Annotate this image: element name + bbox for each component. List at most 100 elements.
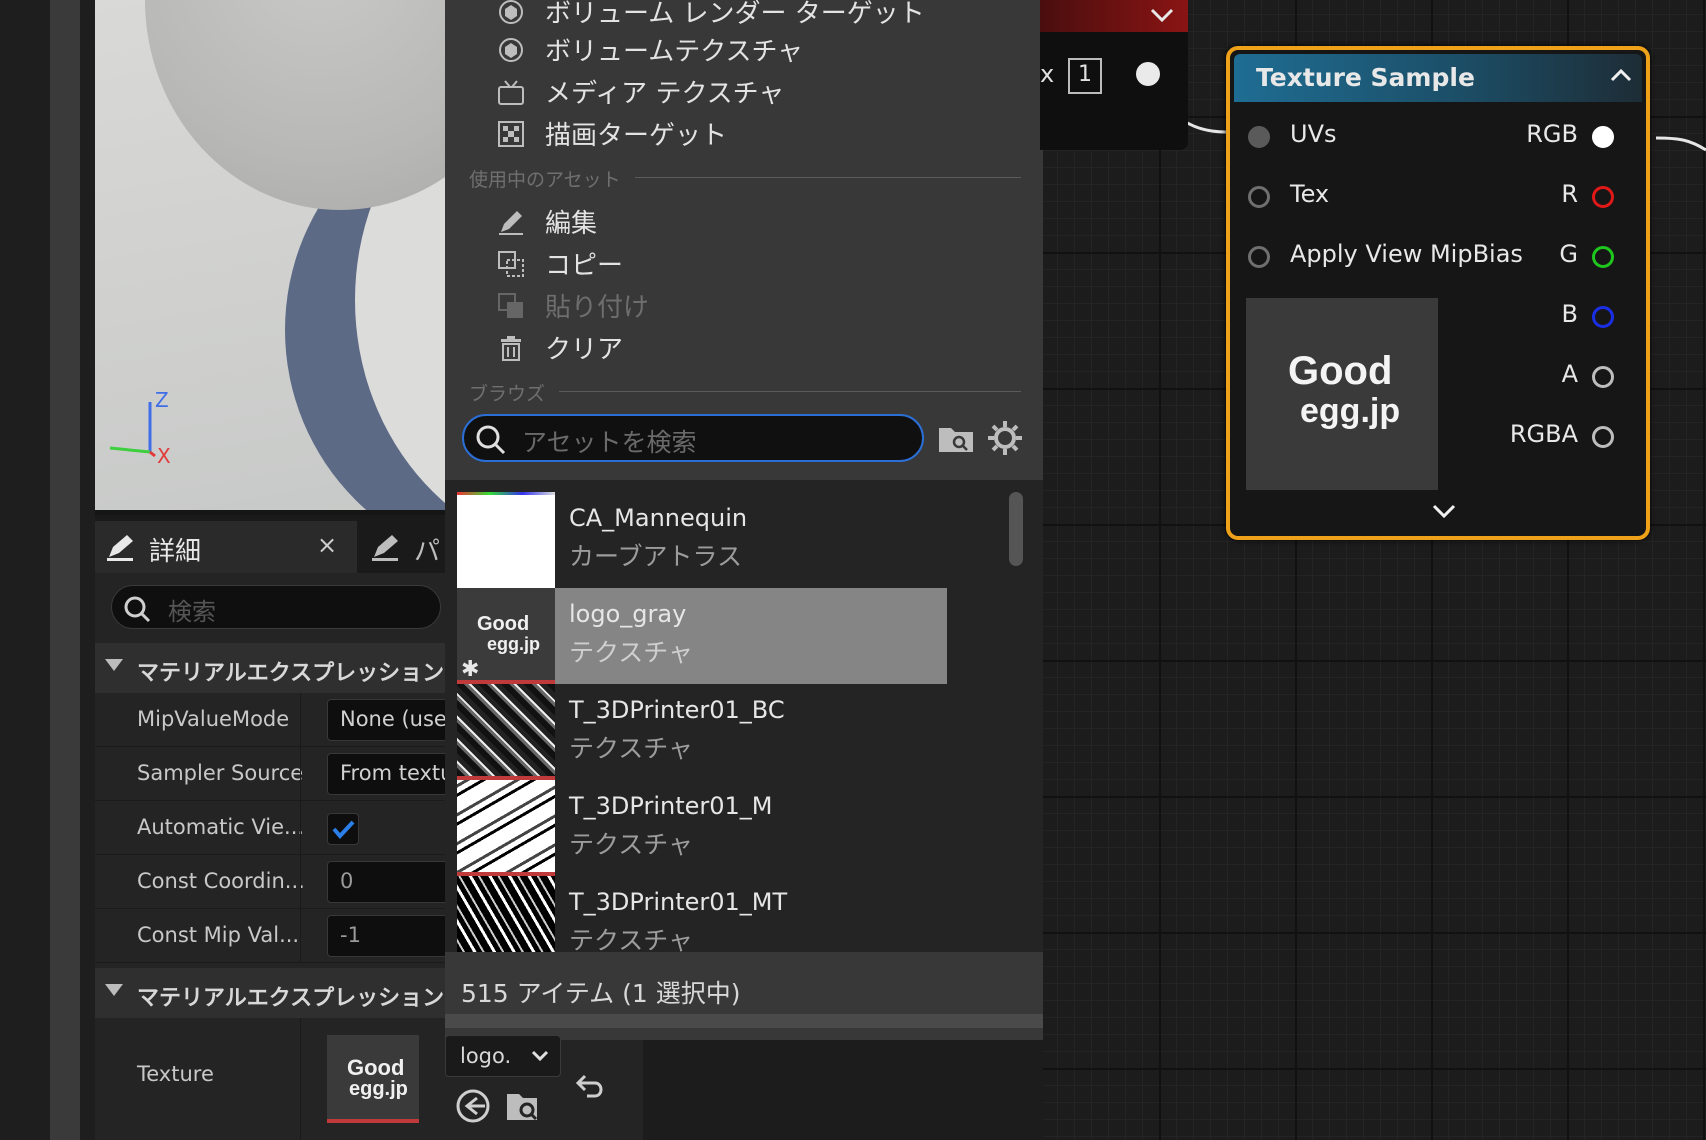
tab-details-label: 詳細: [149, 537, 202, 567]
pin-icon: [1592, 366, 1614, 388]
copy-icon: [497, 250, 525, 278]
asset-count-status: 515 アイテム (1 選択中): [461, 979, 741, 1008]
output-pin-rgba[interactable]: RGBA: [1478, 420, 1618, 456]
pin-icon: [1592, 246, 1614, 268]
asset-list[interactable]: CA_Mannequin カーブアトラス Good egg.jp ✱ logo_…: [445, 480, 1043, 952]
pencil-icon: [105, 533, 135, 568]
output-pin-b[interactable]: B: [1498, 300, 1618, 336]
asset-thumbnail: [457, 684, 555, 780]
reset-arrow-icon[interactable]: [575, 1070, 609, 1100]
texture-sample-header[interactable]: Texture Sample: [1234, 54, 1642, 102]
const-coordinate-input[interactable]: 0: [327, 861, 457, 903]
axis-gizmo: Z X: [105, 388, 175, 470]
close-icon[interactable]: ×: [317, 531, 337, 559]
logo-image: Good egg.jp: [1288, 349, 1400, 430]
gear-icon[interactable]: [985, 418, 1025, 458]
tab-palette-label: パ: [414, 537, 441, 567]
wire-from-rgb: [1655, 136, 1706, 152]
list-item-selected[interactable]: Good egg.jp ✱ logo_gray テクスチャ: [457, 588, 947, 684]
use-selected-asset-icon[interactable]: [455, 1088, 491, 1124]
list-item[interactable]: T_3DPrinter01_BC テクスチャ: [457, 684, 947, 780]
pin-icon: [1248, 186, 1270, 208]
prop-label: Const Mip Val...: [137, 923, 300, 947]
search-icon: [474, 423, 508, 461]
prop-row-const-coordinate: Const Coordin... 0: [95, 855, 457, 909]
mipvaluemode-dropdown[interactable]: None (use: [327, 699, 457, 741]
details-search-input[interactable]: 検索: [111, 585, 441, 629]
pencil-icon: [370, 533, 400, 568]
render-target-icon: [497, 120, 525, 148]
asset-list-scrollbar[interactable]: [1009, 492, 1023, 566]
checkmark-icon: [332, 820, 355, 840]
chevron-down-icon[interactable]: [1146, 2, 1178, 30]
section-header-expression[interactable]: マテリアルエクスプレッションテクスチャ: [95, 643, 445, 693]
prop-label: MipValueMode: [137, 707, 290, 731]
texture-asset-combo[interactable]: logo.: [445, 1035, 561, 1077]
prop-label: Automatic Vie...: [137, 815, 305, 839]
pin-icon: [1592, 426, 1614, 448]
collapse-triangle-icon: [105, 984, 123, 996]
svg-text:Good: Good: [477, 613, 529, 635]
texture-preview: Good egg.jp: [1246, 298, 1438, 490]
svg-text:egg.jp: egg.jp: [487, 634, 540, 654]
list-item[interactable]: CA_Mannequin カーブアトラス: [457, 492, 947, 588]
prop-row-sampler-source: Sampler Source From textu: [95, 747, 457, 801]
const-mip-value-input[interactable]: -1: [327, 915, 457, 957]
output-pin-rgb[interactable]: RGB: [1498, 120, 1618, 156]
menu-item-media-texture[interactable]: メディア テクスチャ: [445, 70, 1043, 112]
material-graph-canvas-lower[interactable]: [643, 1040, 1043, 1140]
texture-sample-node[interactable]: Texture Sample UVs Tex Apply View MipBia…: [1226, 46, 1650, 540]
preview-viewport[interactable]: Z X: [95, 0, 445, 510]
svg-text:Good: Good: [1288, 349, 1392, 393]
details-tabbar: 詳細 × パ: [95, 515, 445, 573]
chevron-up-icon[interactable]: [1608, 64, 1634, 86]
texture-controls: logo.: [445, 1035, 643, 1140]
menu-item-volume-texture[interactable]: ボリュームテクスチャ: [445, 28, 1043, 70]
asset-thumbnail: [457, 492, 555, 588]
list-item[interactable]: T_3DPrinter01_MT テクスチャ: [457, 876, 947, 952]
section-header-expression-2[interactable]: マテリアルエクスプレッションテクスチャ: [95, 968, 445, 1018]
output-pin-a[interactable]: A: [1498, 360, 1618, 396]
tab-details[interactable]: 詳細 ×: [95, 521, 357, 573]
section-title: マテリアルエクスプレッションテクスチャ: [137, 986, 445, 1011]
svg-text:✱: ✱: [461, 657, 479, 680]
menu-item-copy[interactable]: コピー: [445, 242, 1043, 284]
pin-icon: [1592, 306, 1614, 328]
prop-row-const-mip-value: Const Mip Val... -1: [95, 909, 457, 963]
browse-to-asset-icon[interactable]: [505, 1088, 541, 1124]
automatic-view-checkbox[interactable]: [327, 813, 359, 845]
constant-node[interactable]: x 1: [1040, 0, 1188, 150]
menu-item-edit[interactable]: 編集: [445, 200, 1043, 242]
svg-text:Good: Good: [347, 1055, 404, 1080]
sampler-source-dropdown[interactable]: From textu: [327, 753, 457, 795]
search-icon: [122, 594, 152, 628]
browse-folder-icon[interactable]: [937, 420, 977, 456]
volume-render-target-icon: [497, 0, 525, 26]
pin-icon: [1592, 186, 1614, 208]
constant-node-index: 1: [1068, 58, 1102, 94]
media-texture-icon: [497, 78, 525, 106]
output-pin-r[interactable]: R: [1498, 180, 1618, 216]
texture-asset-picker-menu: ボリューム レンダー ターゲット ボリュームテクスチャ メディア テクスチャ 描…: [445, 0, 1043, 1040]
list-item[interactable]: T_3DPrinter01_M テクスチャ: [457, 780, 947, 876]
menu-item-render-target[interactable]: 描画ターゲット: [445, 112, 1043, 154]
output-pin-g[interactable]: G: [1498, 240, 1618, 276]
constant-node-x-label: x: [1040, 60, 1055, 88]
menu-resize-bar[interactable]: [445, 1014, 1043, 1028]
section-current-asset: 使用中のアセット: [469, 165, 1021, 192]
svg-text:egg.jp: egg.jp: [1300, 392, 1400, 430]
asset-search-input[interactable]: アセットを検索: [462, 414, 924, 462]
prop-label: Const Coordin...: [137, 869, 305, 893]
asset-thumbnail: [457, 876, 555, 952]
pin-icon: [1592, 126, 1614, 148]
menu-item-paste[interactable]: 貼り付け: [445, 284, 1043, 326]
menu-item-clear[interactable]: クリア: [445, 326, 1043, 368]
chevron-down-icon[interactable]: [1430, 500, 1458, 522]
details-search-placeholder: 検索: [168, 598, 216, 626]
logo-thumbnail-image: Good egg.jp: [347, 1055, 408, 1100]
preview-sphere: [145, 0, 445, 210]
edit-icon: [497, 208, 525, 236]
texture-thumbnail[interactable]: Good egg.jp: [327, 1035, 419, 1123]
asset-thumbnail: [457, 780, 555, 876]
output-pin[interactable]: [1136, 62, 1160, 86]
